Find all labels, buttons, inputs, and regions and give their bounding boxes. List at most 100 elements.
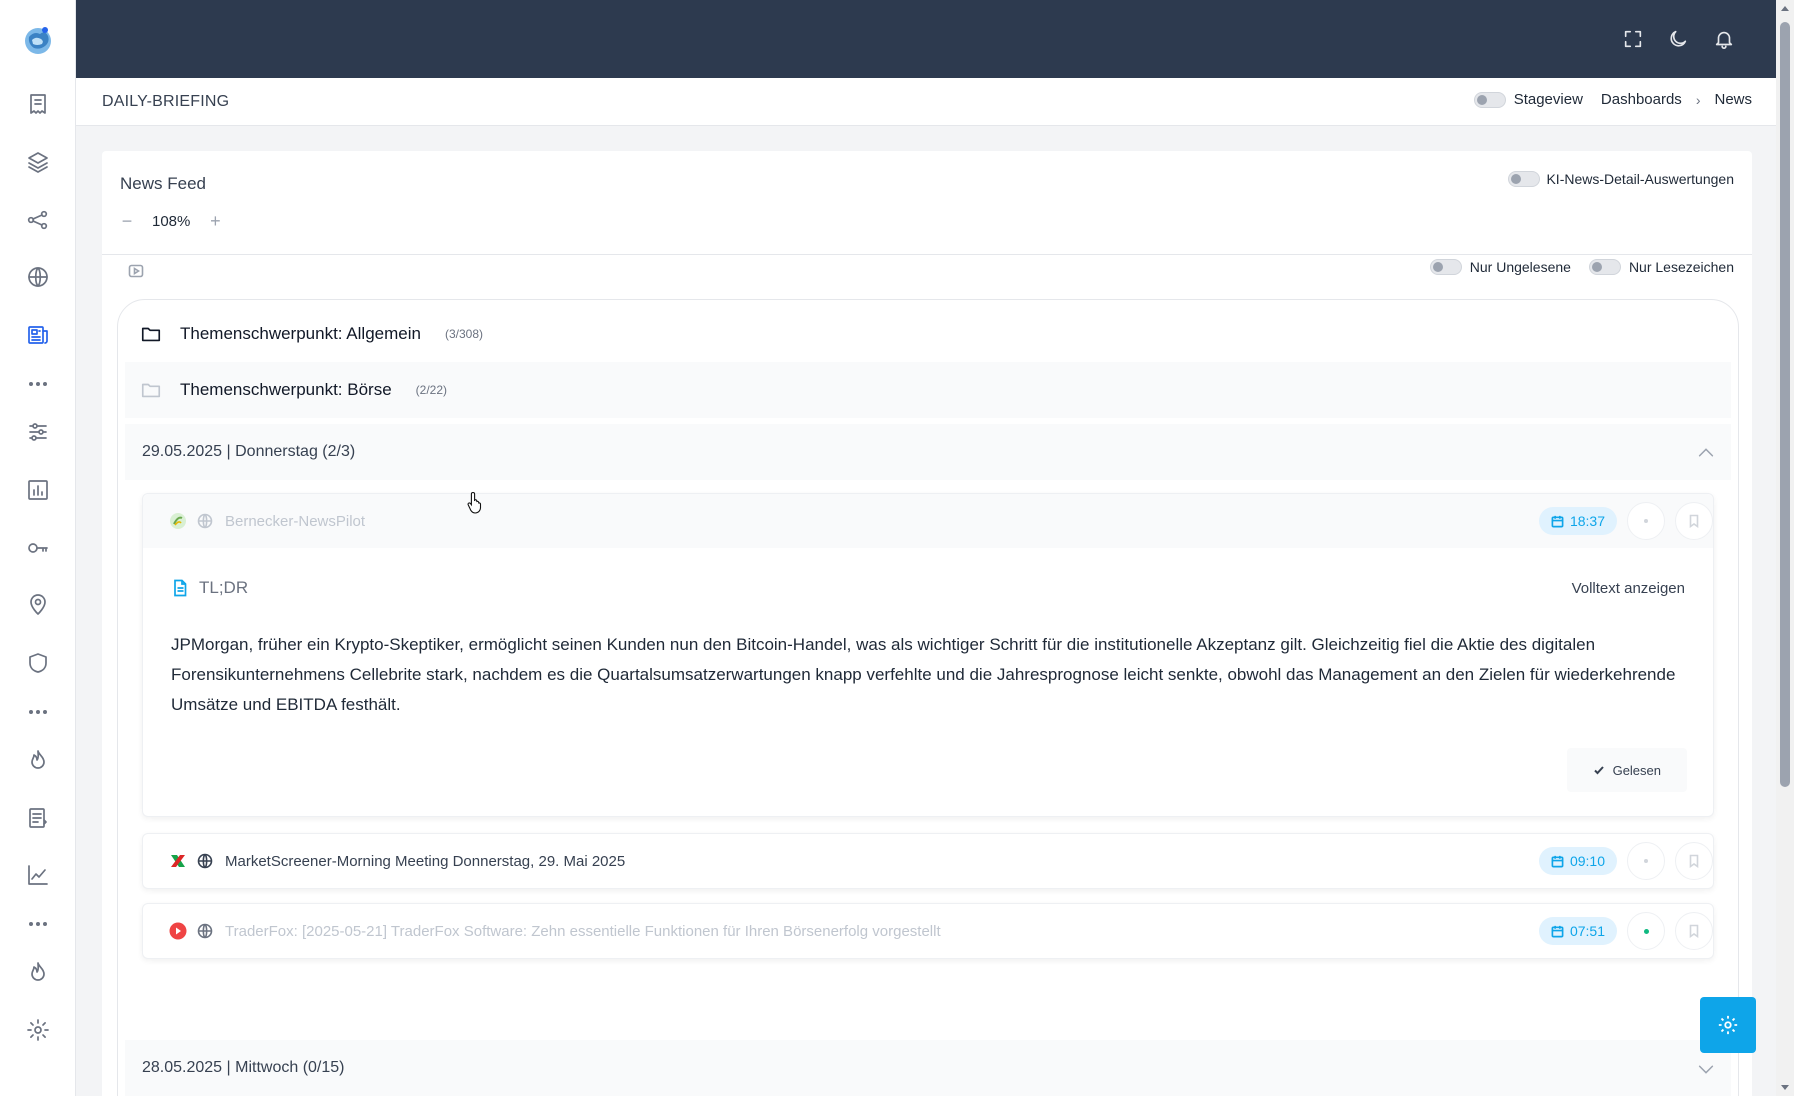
read-status-button[interactable]: [1627, 912, 1665, 950]
chevron-down-icon[interactable]: [1695, 1058, 1717, 1080]
day-group-header[interactable]: 28.05.2025 | Mittwoch (0/15): [125, 1040, 1731, 1096]
show-fulltext-link[interactable]: Volltext anzeigen: [1572, 580, 1685, 597]
layers-icon[interactable]: [20, 144, 56, 180]
time-text: 18:37: [1569, 513, 1605, 529]
folder-icon: [141, 327, 161, 342]
breadcrumb-dashboards[interactable]: Dashboards: [1601, 91, 1682, 108]
globe-icon: [197, 513, 213, 529]
breadcrumb-chevron-icon: ›: [1695, 91, 1701, 108]
map-pin-icon[interactable]: [20, 587, 56, 623]
video-play-icon[interactable]: [128, 263, 144, 279]
day-group-header[interactable]: 29.05.2025 | Donnerstag (2/3): [125, 424, 1731, 480]
tldr-label: TL;DR: [199, 578, 249, 597]
news-item-header[interactable]: MarketScreener-Morning Meeting Donnersta…: [143, 834, 1713, 888]
scroll-up-arrow-icon[interactable]: [1780, 4, 1790, 14]
share-nodes-icon[interactable]: [20, 202, 56, 238]
stageview-toggle[interactable]: Stageview: [1473, 91, 1583, 108]
fullscreen-icon[interactable]: [1619, 25, 1647, 53]
check-icon: [1593, 766, 1604, 775]
gear-icon: [1718, 1015, 1738, 1035]
unread-filter-switch[interactable]: [1429, 259, 1462, 275]
day-label: 29.05.2025 | Donnerstag (2/3): [142, 443, 356, 460]
status-dot-icon: [1644, 519, 1648, 523]
news-feed-card: News Feed − 108% + KI-News-Detail-Auswer…: [102, 151, 1752, 1096]
page-header-actions: Stageview Dashboards › News: [1473, 91, 1752, 108]
page-scrollbar[interactable]: [1776, 0, 1794, 1096]
line-chart-icon[interactable]: [20, 857, 56, 893]
folder-name: Themenschwerpunkt: Börse: [180, 380, 392, 399]
zoom-in-button[interactable]: +: [208, 211, 222, 232]
youtube-logo-icon: [169, 922, 187, 940]
folder-count: (2/22): [415, 383, 448, 397]
unread-filter-toggle[interactable]: Nur Ungelesene: [1429, 259, 1571, 275]
shield-icon[interactable]: [20, 645, 56, 681]
scroll-down-arrow-icon[interactable]: [1780, 1082, 1790, 1092]
sliders-icon[interactable]: [20, 414, 56, 450]
unread-dot-icon: [1643, 928, 1649, 934]
bookmark-filter-toggle[interactable]: Nur Lesezeichen: [1588, 259, 1734, 275]
divider: [102, 254, 1752, 255]
zoom-out-button[interactable]: −: [120, 211, 134, 232]
newspaper-icon[interactable]: [20, 317, 56, 353]
time-text: 07:51: [1569, 923, 1605, 939]
folder-allgemein[interactable]: Themenschwerpunkt: Allgemein (3/308): [125, 306, 1731, 362]
document-icon: [174, 579, 187, 597]
news-item-header[interactable]: Bernecker-NewsPilot 18:37: [143, 494, 1713, 548]
more-dots-icon[interactable]: [20, 918, 56, 930]
dark-mode-moon-icon[interactable]: [1664, 25, 1692, 53]
news-feed-title: News Feed: [120, 174, 206, 193]
more-dots-icon[interactable]: [20, 706, 56, 718]
flame-icon[interactable]: [20, 742, 56, 778]
zoom-control: − 108% +: [120, 211, 222, 232]
feed-panel: Themenschwerpunkt: Allgemein (3/308) The…: [117, 299, 1739, 1096]
ki-detail-label: KI-News-Detail-Auswertungen: [1546, 171, 1734, 187]
news-item-header[interactable]: TraderFox: [2025-05-21] TraderFox Softwa…: [143, 904, 1713, 958]
more-dots-icon[interactable]: [20, 378, 56, 390]
notification-bell-icon[interactable]: [1710, 25, 1738, 53]
key-icon[interactable]: [20, 530, 56, 566]
news-item-actions: 18:37: [1538, 494, 1713, 548]
news-item-actions: 09:10: [1538, 834, 1713, 888]
bookmark-icon: [1689, 924, 1699, 938]
receipt-icon[interactable]: [20, 86, 56, 122]
mark-read-label: Gelesen: [1612, 762, 1661, 778]
globe-icon: [197, 923, 213, 939]
page-header: DAILY-BRIEFING Stageview Dashboards › Ne…: [76, 78, 1776, 126]
bookmark-icon: [1689, 514, 1699, 528]
news-source-title: TraderFox: [2025-05-21] TraderFox Softwa…: [225, 922, 941, 940]
ki-detail-switch[interactable]: [1508, 171, 1541, 187]
gear-icon[interactable]: [20, 1012, 56, 1048]
globe-icon[interactable]: [20, 259, 56, 295]
stageview-switch[interactable]: [1473, 91, 1506, 108]
time-badge: 09:10: [1538, 847, 1617, 875]
scrollbar-thumb[interactable]: [1780, 22, 1790, 787]
news-item-expanded: Bernecker-NewsPilot 18:37 TL;DR Volltext…: [142, 493, 1714, 817]
read-status-button[interactable]: [1627, 842, 1665, 880]
bookmark-filter-switch[interactable]: [1588, 259, 1621, 275]
marketscreener-logo-icon: [169, 852, 187, 870]
settings-fab-button[interactable]: [1700, 997, 1756, 1053]
bookmark-button[interactable]: [1675, 502, 1713, 540]
ki-detail-toggle[interactable]: KI-News-Detail-Auswertungen: [1508, 171, 1734, 187]
news-item: MarketScreener-Morning Meeting Donnersta…: [142, 833, 1714, 889]
day-label: 28.05.2025 | Mittwoch (0/15): [142, 1059, 345, 1076]
mark-read-button[interactable]: Gelesen: [1566, 748, 1687, 792]
calendar-icon: [1551, 855, 1564, 867]
topbar: [76, 0, 1776, 78]
folder-boerse[interactable]: Themenschwerpunkt: Börse (2/22): [125, 362, 1731, 418]
chevron-up-icon[interactable]: [1695, 442, 1717, 464]
stageview-label: Stageview: [1513, 91, 1583, 108]
bar-chart-icon[interactable]: [20, 472, 56, 508]
time-badge: 07:51: [1538, 917, 1617, 945]
unread-filter-label: Nur Ungelesene: [1469, 259, 1571, 275]
document-list-icon[interactable]: [20, 800, 56, 836]
news-item-actions: 07:51: [1538, 904, 1713, 958]
read-status-button[interactable]: [1627, 502, 1665, 540]
folder-name: Themenschwerpunkt: Allgemein: [180, 324, 421, 343]
bookmark-button[interactable]: [1675, 842, 1713, 880]
bookmark-filter-label: Nur Lesezeichen: [1628, 259, 1734, 275]
tldr-heading: TL;DR: [171, 578, 248, 598]
app-logo-icon[interactable]: [20, 22, 56, 58]
flame-icon[interactable]: [20, 954, 56, 990]
bookmark-button[interactable]: [1675, 912, 1713, 950]
